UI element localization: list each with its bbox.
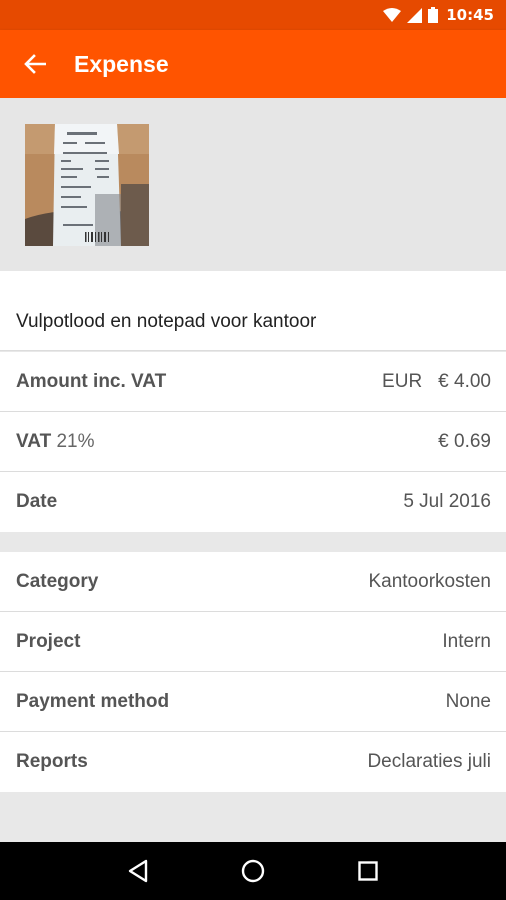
payment-method-value: None	[445, 690, 491, 712]
date-label: Date	[16, 491, 58, 512]
signal-icon	[407, 7, 423, 23]
nav-recents-button[interactable]	[348, 851, 388, 891]
date-row[interactable]: Date 5 Jul 2016	[0, 472, 506, 532]
back-arrow-icon	[24, 54, 46, 74]
status-bar: 10:45	[0, 0, 506, 30]
reports-row[interactable]: Reports Declaraties juli	[0, 732, 506, 792]
back-button[interactable]	[0, 30, 70, 98]
battery-icon	[428, 7, 439, 23]
amount-label: Amount inc. VAT	[16, 370, 167, 392]
system-nav-bar	[0, 842, 506, 900]
receipt-image[interactable]	[25, 124, 149, 246]
date-value: 5 Jul 2016	[403, 491, 491, 512]
amount-value-group: EUR € 4.00	[382, 371, 491, 393]
nav-recents-icon	[358, 861, 379, 881]
amount-value: € 4.00	[438, 370, 491, 392]
category-value: Kantoorkosten	[368, 570, 491, 592]
wifi-icon	[383, 8, 402, 22]
payment-method-label: Payment method	[16, 690, 170, 712]
vat-row[interactable]: VAT 21% € 0.69	[0, 412, 506, 472]
app-bar: Expense	[0, 30, 506, 98]
nav-back-icon	[128, 859, 147, 883]
reports-value: Declaraties juli	[367, 751, 491, 772]
vat-label-group: VAT 21%	[16, 431, 95, 453]
description-row[interactable]: Vulpotlood en notepad voor kantoor	[0, 271, 506, 351]
payment-method-row[interactable]: Payment method None	[0, 672, 506, 732]
reports-label: Reports	[16, 751, 88, 772]
nav-home-button[interactable]	[233, 851, 273, 891]
receipt-area	[0, 98, 506, 271]
nav-back-button[interactable]	[118, 851, 158, 891]
expense-description: Vulpotlood en notepad voor kantoor	[16, 311, 317, 332]
amount-currency: EUR	[382, 370, 423, 392]
amount-row[interactable]: Amount inc. VAT EUR € 4.00	[0, 352, 506, 412]
page-title: Expense	[74, 50, 169, 77]
status-time: 10:45	[446, 6, 494, 24]
vat-value: € 0.69	[438, 430, 491, 452]
project-label: Project	[16, 630, 81, 652]
project-value: Intern	[442, 630, 491, 652]
category-label: Category	[16, 570, 99, 592]
nav-home-icon	[241, 859, 265, 883]
project-row[interactable]: Project Intern	[0, 612, 506, 672]
category-row[interactable]: Category Kantoorkosten	[0, 552, 506, 612]
vat-label: VAT	[16, 430, 52, 452]
vat-rate: 21%	[56, 430, 95, 452]
